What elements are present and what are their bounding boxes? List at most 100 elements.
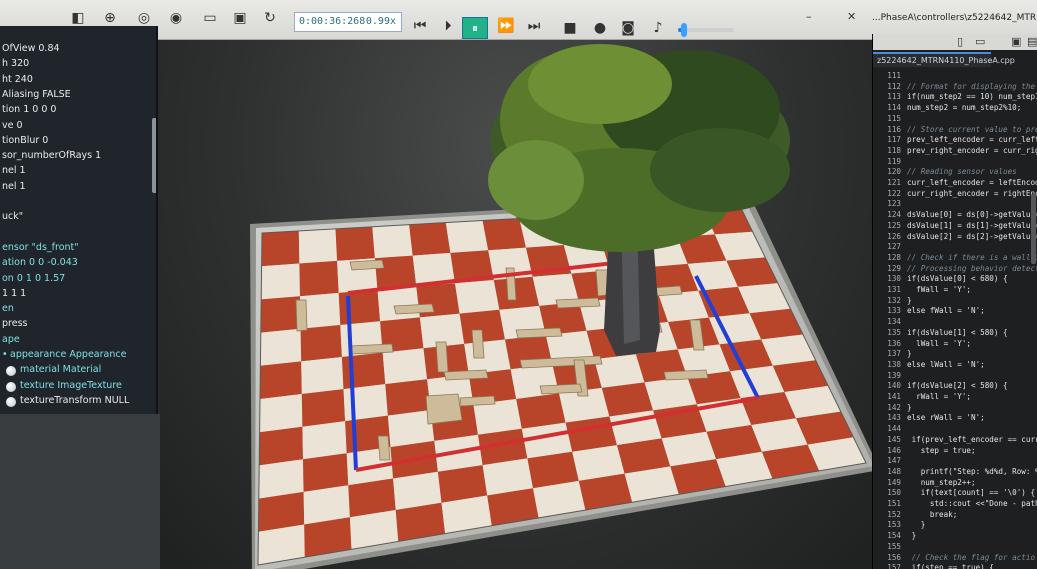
scene-tree-item-label: h 320 (2, 58, 30, 70)
expand-icon[interactable]: • (2, 349, 8, 360)
code-line[interactable]: } (907, 296, 912, 306)
floor-tile (258, 459, 304, 499)
scene-tree-item-label: ht 240 (2, 73, 33, 85)
scene-tree-scrollbar[interactable] (152, 118, 156, 193)
code-line[interactable]: if(step == true) { (907, 563, 994, 569)
node-bullet-icon (6, 366, 16, 377)
stop-icon[interactable]: ■ (560, 18, 580, 38)
scene-tree-item-label: uck" (2, 211, 24, 223)
floor-tile (338, 289, 381, 325)
file-tab[interactable]: z5224642_MTRN4110_PhaseA.cpp (873, 52, 1015, 67)
folder-open-icon[interactable]: ▭ (200, 8, 220, 28)
camera-icon[interactable]: ◙ (618, 18, 638, 38)
code-line[interactable]: prev_left_encoder = curr_left_ (907, 135, 1037, 145)
editor-scrollbar[interactable] (1031, 194, 1036, 264)
line-number: 144 (887, 424, 901, 434)
line-number: 111 (887, 71, 901, 80)
sidebar-toggle-icon[interactable]: ◧ (68, 8, 88, 28)
floor-tile (516, 393, 566, 429)
run-button[interactable]: ⏸ (462, 17, 488, 39)
globe-icon[interactable]: ◎ (134, 8, 154, 28)
code-line[interactable]: else rWall = 'N'; (907, 413, 985, 423)
floor-tile (372, 224, 413, 259)
line-number: 117 (887, 135, 901, 145)
line-number: 116 (887, 124, 901, 134)
code-line[interactable]: num_step2++; (907, 478, 976, 488)
code-line[interactable]: num_step2 = num_step2%10; (907, 103, 1021, 113)
editor-toolbar: ▯ ▭ ▣ ▤ (873, 34, 1037, 50)
code-line[interactable]: // Check if there is a wall i (907, 253, 1037, 263)
line-number: 121 (887, 178, 901, 187)
save-file-icon[interactable]: ▣ (1011, 35, 1021, 48)
code-line[interactable]: rWall = 'Y'; (907, 392, 971, 402)
code-line[interactable]: if(dsValue[1] < 580) { (907, 328, 1008, 338)
save-all-icon[interactable]: ▤ (1027, 35, 1037, 48)
code-line[interactable]: if(dsValue[2] < 580) { (907, 381, 1008, 391)
line-number: 123 (887, 199, 901, 209)
volume-slider[interactable] (678, 23, 734, 37)
line-number: 140 (887, 381, 901, 391)
line-number: 154 (887, 531, 901, 541)
line-number: 126 (887, 231, 901, 241)
minimize-icon[interactable]: – (806, 10, 812, 23)
add-icon[interactable]: ⊕ (100, 8, 120, 28)
code-line[interactable]: // Reading sensor values (907, 167, 1017, 177)
close-icon[interactable]: ✕ (847, 10, 856, 23)
new-file-icon[interactable]: ▯ (957, 35, 963, 48)
3d-scene[interactable] (160, 40, 872, 569)
code-line[interactable]: dsValue[2] = ds[2]->getValue() (907, 232, 1037, 242)
speaker-icon[interactable]: ♪ (648, 18, 668, 38)
code-line[interactable]: std::cout <<"Done - path (907, 499, 1037, 509)
code-line[interactable]: } (907, 403, 912, 413)
code-line[interactable]: // Store current value to prev (907, 125, 1037, 135)
eye-icon[interactable]: ◉ (166, 8, 186, 28)
code-line[interactable]: else fWall = 'N'; (907, 306, 985, 316)
floor-tile (259, 426, 303, 466)
line-number: 137 (887, 349, 901, 359)
code-line[interactable]: printf("Step: %d%d, Row: % (907, 467, 1037, 477)
code-line[interactable]: break; (907, 510, 957, 520)
code-line[interactable]: curr_right_encoder = rightEnco (907, 189, 1037, 199)
volume-thumb[interactable] (680, 23, 687, 37)
floor-tile (343, 384, 388, 422)
code-line[interactable]: if(num_step2 == 10) num_step1+ (907, 92, 1037, 102)
step-back-icon[interactable]: ⏮ (410, 16, 430, 36)
line-number: 124 (887, 210, 901, 220)
code-line[interactable]: curr_left_encoder = leftEncode (907, 178, 1037, 188)
line-number: 129 (887, 263, 901, 273)
line-number: 120 (887, 167, 901, 177)
code-line[interactable]: dsValue[0] = ds[0]->getValue() (907, 210, 1037, 220)
floor-tile (385, 379, 431, 416)
code-line[interactable]: // Check the flag for actio (907, 553, 1035, 563)
code-line[interactable]: if(text[count] == '\0') { (907, 488, 1035, 498)
code-line[interactable]: // Format for displaying the s (907, 82, 1037, 92)
code-line[interactable]: fWall = 'Y'; (907, 285, 971, 295)
floor-tile (301, 357, 344, 394)
code-line[interactable]: dsValue[1] = ds[1]->getValue() (907, 221, 1037, 231)
save-icon[interactable]: ▣ (230, 8, 250, 28)
record-icon[interactable]: ● (590, 18, 610, 38)
play-icon[interactable]: ⏵ (438, 16, 458, 36)
floor-tile (464, 339, 511, 375)
code-line[interactable]: lWall = 'Y'; (907, 339, 971, 349)
3d-viewport[interactable] (160, 40, 872, 569)
reload-icon[interactable]: ↻ (260, 8, 280, 28)
code-line[interactable]: else lWall = 'N'; (907, 360, 985, 370)
open-file-icon[interactable]: ▭ (975, 35, 985, 48)
simulation-time-display: 0:00:36:268 0.99x (294, 12, 402, 32)
code-line[interactable]: if(dsValue[0] < 680) { (907, 274, 1008, 284)
code-line[interactable]: prev_right_encoder = curr_righ (907, 146, 1037, 156)
code-line[interactable]: } (907, 349, 912, 359)
code-line[interactable]: // Processing behavior detect (907, 264, 1037, 274)
code-line[interactable]: if(prev_left_encoder == curr_ (907, 435, 1037, 445)
scene-tree-item-label: texture ImageTexture (20, 379, 122, 391)
run-icon: ⏸ (471, 21, 478, 35)
line-number: 151 (887, 499, 901, 508)
floor-tile (601, 382, 654, 417)
code-line[interactable]: step = true; (907, 446, 976, 456)
line-number: 155 (887, 541, 901, 551)
code-line[interactable]: } (907, 531, 917, 541)
fast-forward-icon[interactable]: ⏩ (496, 16, 516, 36)
fastest-icon[interactable]: ⏭ (524, 16, 544, 36)
code-line[interactable]: } (907, 520, 926, 530)
